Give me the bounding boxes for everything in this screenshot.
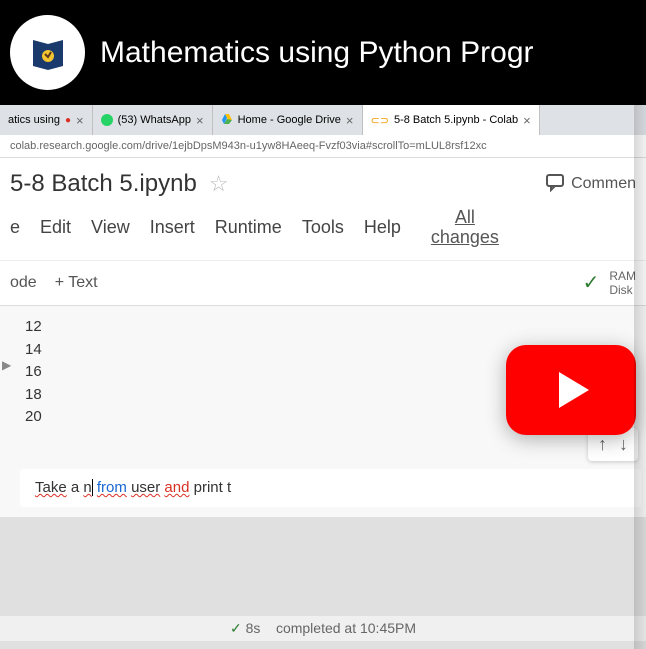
browser-tabs: atics using ● × (53) WhatsApp × Home - G… — [0, 105, 646, 135]
ram-disk-indicator[interactable]: RAM Disk — [609, 269, 636, 298]
text-button[interactable]: + Text — [55, 274, 98, 292]
menu-bar: e Edit View Insert Runtime Tools Help Al… — [10, 198, 636, 260]
tab-label: Home - Google Drive — [238, 114, 341, 126]
check-icon: ✓ — [230, 620, 242, 636]
code-word: user — [131, 479, 160, 496]
video-title: Mathematics using Python Progr — [100, 36, 534, 70]
right-shadow — [634, 0, 646, 649]
tab-3[interactable]: Home - Google Drive × — [213, 105, 363, 135]
code-keyword: and — [164, 479, 189, 496]
all-changes-l2: changes — [431, 227, 499, 247]
comment-button[interactable]: Commen — [545, 172, 636, 197]
tab-label: 5-8 Batch 5.ipynb - Colab — [394, 114, 518, 126]
output-line: 12 — [25, 316, 641, 339]
toolbar: ode + Text ✓ RAM Disk — [0, 260, 646, 307]
video-header: Mathematics using Python Progr — [0, 0, 646, 105]
code-keyword: from — [97, 479, 127, 496]
close-icon[interactable]: × — [76, 113, 84, 128]
all-changes-link[interactable]: All changes — [431, 208, 499, 248]
menu-view[interactable]: View — [91, 217, 130, 238]
tab-label: (53) WhatsApp — [118, 114, 191, 126]
arrow-down-icon[interactable]: ↓ — [619, 434, 628, 455]
colab-icon: ⊂⊃ — [371, 114, 389, 127]
ram-label: RAM — [609, 269, 636, 283]
code-word: Take — [35, 479, 67, 496]
close-icon[interactable]: × — [346, 113, 354, 128]
youtube-play-button[interactable] — [506, 345, 636, 435]
check-icon: ✓ — [583, 270, 600, 295]
code-cell[interactable]: Take a n from user and print t — [20, 469, 641, 507]
recording-icon: ● — [65, 115, 71, 126]
all-changes-l1: All — [455, 207, 475, 227]
code-word: a — [71, 479, 79, 496]
code-word: print t — [194, 479, 232, 496]
status-time: 8s — [246, 620, 261, 636]
code-word: n — [83, 479, 91, 496]
menu-insert[interactable]: Insert — [150, 217, 195, 238]
chevron-right-icon[interactable]: ▶ — [2, 358, 11, 372]
menu-tools[interactable]: Tools — [302, 217, 344, 238]
drive-icon — [221, 113, 233, 128]
star-icon[interactable]: ☆ — [209, 171, 229, 197]
comment-icon — [545, 172, 565, 197]
url-bar[interactable]: colab.research.google.com/drive/1ejbDpsM… — [0, 135, 646, 158]
disk-label: Disk — [609, 283, 636, 297]
close-icon[interactable]: × — [196, 113, 204, 128]
tab-label: atics using — [8, 114, 60, 126]
arrow-up-icon[interactable]: ↑ — [598, 434, 607, 455]
tab-4[interactable]: ⊂⊃ 5-8 Batch 5.ipynb - Colab × — [363, 105, 540, 135]
book-logo-icon — [23, 28, 73, 78]
comment-label: Commen — [571, 175, 636, 193]
status-message: completed at 10:45PM — [276, 620, 416, 636]
menu-runtime[interactable]: Runtime — [215, 217, 282, 238]
tab-1[interactable]: atics using ● × — [0, 105, 93, 135]
channel-logo[interactable] — [10, 15, 85, 90]
notebook-title[interactable]: 5-8 Batch 5.ipynb — [10, 170, 197, 198]
colab-header: 5-8 Batch 5.ipynb ☆ Commen e Edit View I… — [0, 158, 646, 260]
code-button[interactable]: ode — [10, 274, 37, 292]
tab-2[interactable]: (53) WhatsApp × — [93, 105, 213, 135]
whatsapp-icon — [101, 114, 113, 126]
close-icon[interactable]: × — [523, 113, 531, 128]
menu-help[interactable]: Help — [364, 217, 401, 238]
menu-edit[interactable]: Edit — [40, 217, 71, 238]
status-bar: ✓ 8s completed at 10:45PM — [0, 616, 646, 641]
